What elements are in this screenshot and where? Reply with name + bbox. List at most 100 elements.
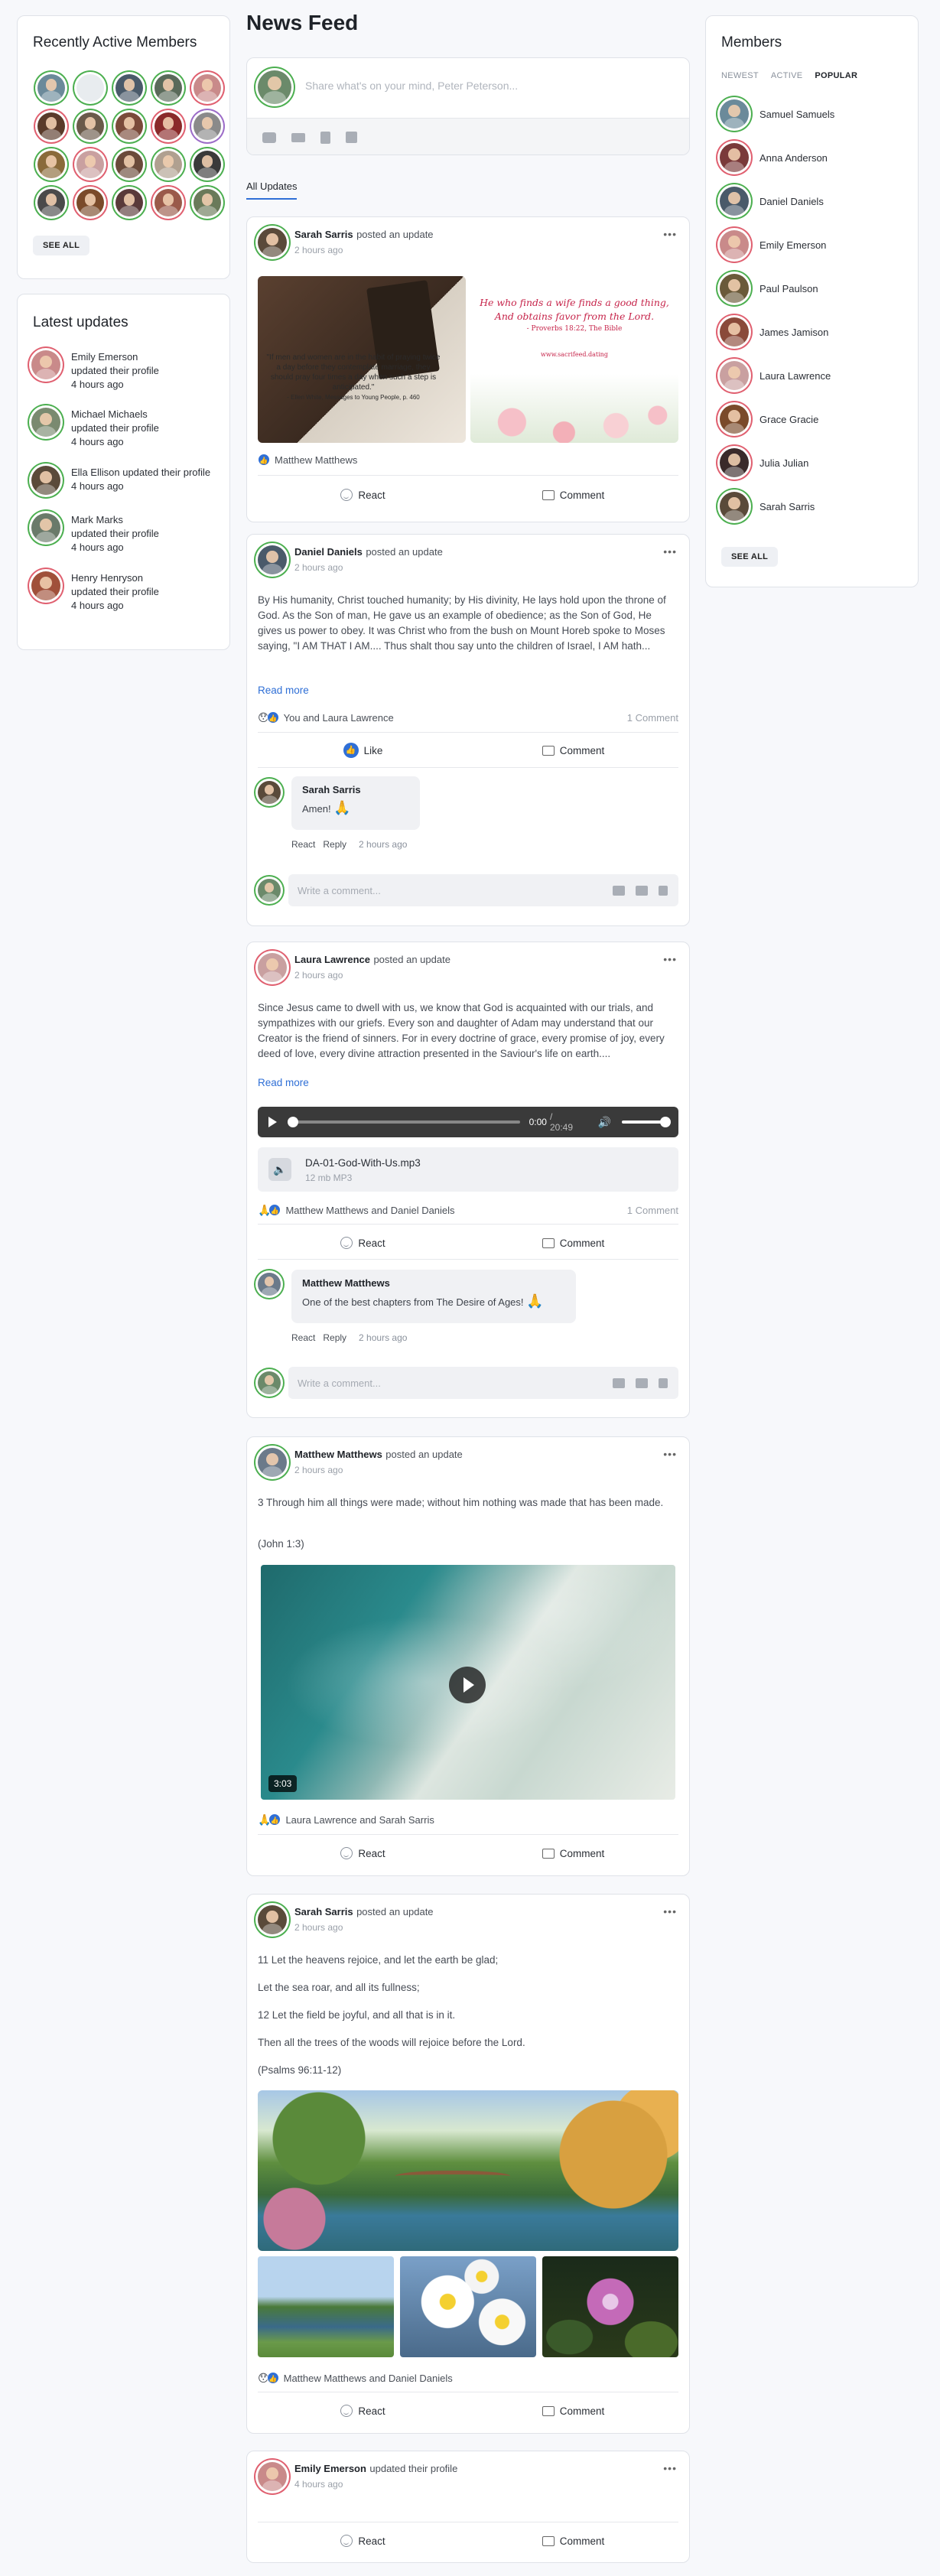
comment-author[interactable]: Matthew Matthews xyxy=(302,1277,565,1289)
update-name[interactable]: Henry Henryson xyxy=(71,572,143,584)
avatar[interactable] xyxy=(258,1448,287,1477)
read-more-link[interactable]: Read more xyxy=(258,1077,309,1088)
post-image-quote[interactable]: "If men and women are in the habit of pr… xyxy=(258,276,466,443)
tab-active[interactable]: ACTIVE xyxy=(771,71,803,80)
member-name[interactable]: Julia Julian xyxy=(759,457,808,469)
member-item[interactable]: Daniel Daniels xyxy=(720,187,824,216)
video-icon[interactable] xyxy=(636,1377,648,1388)
member-avatar[interactable] xyxy=(115,112,143,140)
comment-reply-link[interactable]: Reply xyxy=(323,839,346,850)
read-more-link[interactable]: Read more xyxy=(258,685,309,696)
member-name[interactable]: Paul Paulson xyxy=(759,283,818,294)
post-author[interactable]: Sarah Sarris xyxy=(294,229,353,240)
member-avatar[interactable] xyxy=(76,112,104,140)
file-icon[interactable] xyxy=(659,1377,668,1388)
update-item[interactable]: Michael Michaels updated their profile 4… xyxy=(31,408,159,449)
update-name[interactable]: Ella Ellison xyxy=(71,467,120,478)
video-icon[interactable] xyxy=(636,885,648,896)
member-item[interactable]: Laura Lawrence xyxy=(720,361,831,390)
update-name[interactable]: Michael Michaels xyxy=(71,408,148,420)
audio-progress[interactable] xyxy=(288,1117,520,1127)
gif-icon[interactable] xyxy=(346,132,357,143)
member-name[interactable]: Daniel Daniels xyxy=(759,196,824,207)
member-avatar[interactable] xyxy=(37,189,65,216)
file-name[interactable]: DA-01-God-With-Us.mp3 xyxy=(305,1157,421,1169)
tab-all-updates[interactable]: All Updates xyxy=(246,181,298,200)
comment-button[interactable]: Comment xyxy=(468,2398,678,2424)
attachment-card[interactable]: 🔈 DA-01-God-With-Us.mp3 12 mb MP3 xyxy=(258,1147,678,1192)
members-see-all-button[interactable]: SEE ALL xyxy=(721,547,779,567)
member-avatar[interactable] xyxy=(115,74,143,102)
member-name[interactable]: Sarah Sarris xyxy=(759,501,815,512)
more-options-icon[interactable]: ••• xyxy=(663,228,677,240)
member-name[interactable]: Grace Gracie xyxy=(759,414,818,425)
comment-react-link[interactable]: React xyxy=(291,1332,315,1343)
file-icon[interactable] xyxy=(659,885,668,896)
comment-count[interactable]: 1 Comment xyxy=(627,712,678,724)
update-item[interactable]: Henry Henryson updated their profile 4 h… xyxy=(31,571,159,613)
play-icon[interactable] xyxy=(268,1117,277,1127)
volume-slider[interactable] xyxy=(622,1117,671,1127)
update-item[interactable]: Mark Marks updated their profile 4 hours… xyxy=(31,513,159,555)
member-avatar[interactable] xyxy=(194,112,221,140)
comment-button[interactable]: Comment xyxy=(468,737,678,763)
avatar[interactable] xyxy=(258,228,287,257)
react-button[interactable]: React xyxy=(258,1840,468,1866)
reaction-summary[interactable]: 🙏 👍 Laura Lawrence and Sarah Sarris xyxy=(258,1812,678,1827)
play-button[interactable] xyxy=(449,1667,486,1703)
member-avatar[interactable] xyxy=(37,74,65,102)
member-avatar[interactable] xyxy=(194,74,221,102)
member-item[interactable]: Sarah Sarris xyxy=(720,492,815,521)
comment-author[interactable]: Sarah Sarris xyxy=(302,784,409,795)
member-item[interactable]: Grace Gracie xyxy=(720,405,818,434)
react-button[interactable]: React xyxy=(258,2528,468,2554)
member-avatar[interactable] xyxy=(76,74,104,102)
member-avatar[interactable] xyxy=(76,151,104,178)
react-button[interactable]: React xyxy=(258,1230,468,1256)
comment-reply-link[interactable]: Reply xyxy=(323,1332,346,1343)
post-author[interactable]: Sarah Sarris xyxy=(294,1906,353,1917)
post-author[interactable]: Daniel Daniels xyxy=(294,546,363,558)
avatar[interactable] xyxy=(258,781,281,804)
member-avatar[interactable] xyxy=(154,74,182,102)
react-button[interactable]: React xyxy=(258,2398,468,2424)
composer-input[interactable]: Share what's on your mind, Peter Peterso… xyxy=(305,80,518,92)
member-item[interactable]: Julia Julian xyxy=(720,448,808,477)
camera-icon[interactable] xyxy=(613,1377,625,1388)
member-item[interactable]: Anna Anderson xyxy=(720,143,828,172)
update-name[interactable]: Mark Marks xyxy=(71,514,123,525)
member-name[interactable]: Laura Lawrence xyxy=(759,370,831,382)
member-avatar[interactable] xyxy=(115,151,143,178)
member-avatar[interactable] xyxy=(37,151,65,178)
camera-icon[interactable] xyxy=(613,885,625,896)
post-video[interactable]: 3:03 xyxy=(261,1565,675,1800)
member-avatar[interactable] xyxy=(154,151,182,178)
member-name[interactable]: James Jamison xyxy=(759,327,828,338)
more-options-icon[interactable]: ••• xyxy=(663,1448,677,1460)
comment-button[interactable]: Comment xyxy=(468,1230,678,1256)
member-item[interactable]: James Jamison xyxy=(720,317,828,346)
avatar[interactable] xyxy=(258,1273,281,1296)
member-avatar[interactable] xyxy=(37,112,65,140)
member-item[interactable]: Samuel Samuels xyxy=(720,99,834,128)
more-options-icon[interactable]: ••• xyxy=(663,1905,677,1917)
comment-input[interactable]: Write a comment... xyxy=(288,874,678,906)
avatar[interactable] xyxy=(258,953,287,982)
member-item[interactable]: Paul Paulson xyxy=(720,274,818,303)
post-author[interactable]: Laura Lawrence xyxy=(294,954,370,965)
member-item[interactable]: Emily Emerson xyxy=(720,230,826,259)
update-item[interactable]: Emily Emerson updated their profile 4 ho… xyxy=(31,350,159,392)
camera-icon[interactable] xyxy=(262,132,276,143)
avatar[interactable] xyxy=(258,2462,287,2491)
reaction-summary[interactable]: 😯 👍 Matthew Matthews and Daniel Daniels xyxy=(258,2370,678,2386)
comment-button[interactable]: Comment xyxy=(468,482,678,508)
member-name[interactable]: Samuel Samuels xyxy=(759,109,834,120)
like-button[interactable]: 👍 Like xyxy=(258,737,468,763)
volume-icon[interactable]: 🔊 xyxy=(598,1116,611,1129)
post-image-verse[interactable]: He who finds a wife finds a good thing, … xyxy=(470,276,678,443)
gallery-thumb[interactable] xyxy=(258,2256,394,2357)
comment-react-link[interactable]: React xyxy=(291,839,315,850)
comment-input[interactable]: Write a comment... xyxy=(288,1367,678,1399)
comment-count[interactable]: 1 Comment xyxy=(627,1205,678,1216)
avatar[interactable] xyxy=(258,1905,287,1934)
